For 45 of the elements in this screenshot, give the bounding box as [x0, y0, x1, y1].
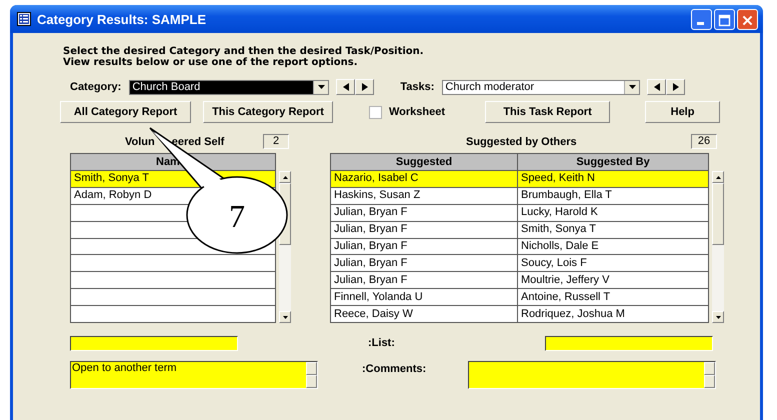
report-button[interactable]: All Category Report	[60, 101, 191, 123]
minimize-icon	[697, 22, 704, 24]
maximize-button[interactable]	[714, 8, 735, 30]
window-title: Category Results: SAMPLE	[37, 12, 208, 26]
report-button[interactable]: Help	[645, 101, 720, 123]
up-triangle-icon	[282, 176, 288, 178]
input-field[interactable]	[544, 336, 713, 350]
down-triangle-icon	[716, 316, 721, 318]
dropdown-field[interactable]: Church moderator	[442, 80, 640, 94]
section-label: Suggested by Others	[466, 136, 577, 148]
right-triangle-icon	[362, 83, 368, 91]
callout-number: 7	[229, 198, 245, 234]
left-triangle-icon	[342, 83, 349, 91]
field-label: :Comments:	[362, 363, 426, 375]
combo-label: Tasks:	[400, 81, 434, 93]
previous-button[interactable]	[647, 79, 666, 95]
right-triangle-icon	[672, 83, 679, 91]
instruction-text: Select the desired Category and then the desired Task/Position.	[63, 46, 425, 57]
count-field: 26	[691, 134, 717, 149]
up-triangle-icon	[716, 176, 721, 178]
count-field: 2	[263, 134, 289, 149]
left-triangle-icon	[654, 83, 660, 91]
field-label: :List:	[368, 337, 395, 349]
comment-field[interactable]	[468, 361, 716, 389]
down-triangle-icon	[282, 316, 288, 318]
section-label: Volun	[125, 136, 155, 148]
next-button[interactable]	[355, 79, 374, 95]
next-button[interactable]	[666, 79, 686, 95]
report-button[interactable]: This Task Report	[485, 101, 610, 123]
checkbox[interactable]	[369, 106, 382, 118]
minimize-button[interactable]	[691, 8, 712, 30]
column-header: Suggested	[330, 154, 518, 170]
close-button[interactable]	[737, 8, 758, 30]
comment-field[interactable]: Open to another term	[70, 361, 318, 389]
section-label: eered Self	[172, 136, 224, 148]
form-icon	[17, 12, 31, 26]
scrollbar[interactable]	[712, 171, 724, 323]
previous-button[interactable]	[336, 79, 356, 95]
instruction-text: View results below or use one of the report options.	[63, 57, 359, 68]
checkbox-label: Worksheet	[389, 106, 446, 118]
dropdown-field[interactable]: Church Board	[129, 80, 330, 94]
combo-label: Category:	[70, 81, 122, 93]
input-field[interactable]	[70, 336, 238, 350]
report-button[interactable]: This Category Report	[203, 101, 333, 123]
column-header: Suggested By	[518, 154, 709, 170]
